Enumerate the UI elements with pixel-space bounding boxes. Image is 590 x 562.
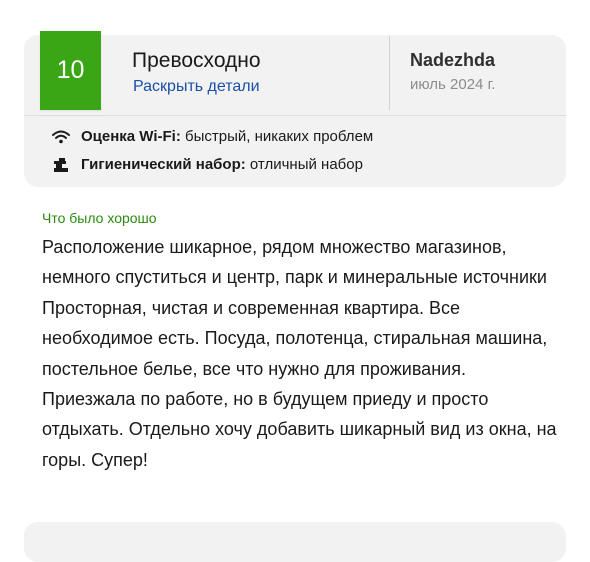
toiletries-rating-row: Гигиенический набор: отличный набор — [52, 156, 363, 173]
horizontal-divider — [24, 115, 566, 116]
wifi-rating-label: Оценка Wi-Fi: — [81, 128, 181, 145]
next-review-card — [24, 522, 566, 562]
rating-word: Превосходно — [132, 49, 261, 72]
vertical-divider — [389, 36, 390, 110]
expand-details-link[interactable]: Раскрыть детали — [133, 78, 260, 96]
wifi-icon — [52, 130, 70, 144]
score-badge: 10 — [40, 31, 101, 110]
toiletries-rating-label: Гигиенический набор: — [81, 156, 246, 173]
wifi-rating-row: Оценка Wi-Fi: быстрый, никаких проблем — [52, 128, 373, 145]
toiletries-icon — [52, 157, 70, 172]
reviewer-name: Nadezhda — [410, 50, 496, 70]
good-section-label: Что было хорошо — [42, 210, 157, 226]
toiletries-rating-value: отличный набор — [249, 156, 363, 173]
review-date: июль 2024 г. — [410, 76, 496, 93]
wifi-rating-value: быстрый, никаких проблем — [185, 128, 374, 145]
good-review-text: Расположение шикарное, рядом множество м… — [42, 237, 557, 470]
